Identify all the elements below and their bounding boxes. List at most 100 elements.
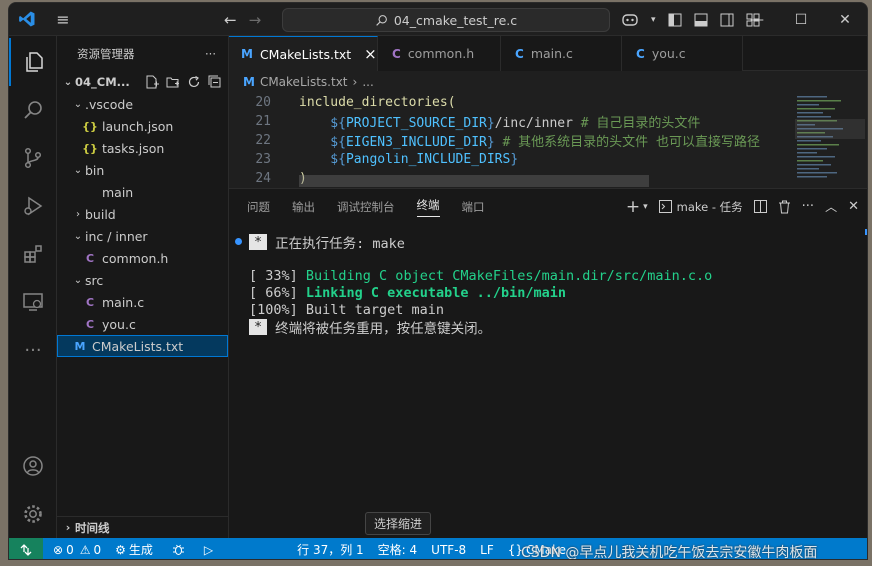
terminal-output[interactable]: * 正在执行任务: make [ 33%] Building C object …	[229, 233, 849, 337]
extensions-icon[interactable]	[9, 230, 57, 278]
code-text: ${Pangolin_INCLUDE_DIRS}	[279, 152, 518, 167]
remote-explorer-icon[interactable]	[9, 278, 57, 326]
horizontal-scrollbar[interactable]	[299, 175, 649, 187]
cursor-position[interactable]: 行 37，列 1	[290, 541, 371, 558]
problems-status[interactable]: ⊗ 0 ⚠ 0	[43, 543, 108, 557]
terminal-line: 正在执行任务: make	[275, 235, 405, 252]
explorer-icon[interactable]	[9, 38, 57, 86]
tree-file[interactable]: main	[57, 181, 228, 203]
tree-file[interactable]: {} tasks.json	[57, 137, 228, 159]
debug-button[interactable]	[160, 543, 197, 556]
tree-file[interactable]: {} launch.json	[57, 115, 228, 137]
task-star: *	[249, 318, 268, 335]
terminal-line: Building C object CMakeFiles/main.dir/sr…	[305, 267, 713, 284]
forward-arrow-icon[interactable]: →	[249, 11, 262, 29]
chevron-down-icon: ⌄	[63, 76, 73, 88]
panel-tab[interactable]: 问题	[247, 199, 270, 215]
tab-main-c[interactable]: C main.c	[501, 36, 622, 71]
chevron-down-icon[interactable]: ▾	[643, 202, 648, 212]
layout-secondary-icon[interactable]	[720, 13, 734, 27]
copilot-chevron-icon[interactable]: ▾	[651, 15, 656, 25]
new-terminal-icon[interactable]: +	[626, 197, 640, 217]
indentation-status[interactable]: 空格: 4	[371, 541, 425, 558]
c-file-icon: C	[392, 46, 401, 61]
tree-item-label: CMakeLists.txt	[92, 338, 184, 354]
title-bar: ≡ ← → 04_cmake_test_re.c ▾ — ☐ ✕	[9, 3, 867, 36]
tab-label: main.c	[530, 46, 573, 61]
search-icon	[376, 14, 387, 26]
copilot-icon[interactable]	[621, 12, 639, 27]
terminal-line-prefix: [ 33%]	[249, 267, 306, 284]
close-window-icon[interactable]: ✕	[823, 12, 867, 28]
code-text: ${PROJECT_SOURCE_DIR}/inc/inner # 自己目录的头…	[279, 112, 700, 131]
tree-file[interactable]: Ccommon.h	[57, 247, 228, 269]
breadcrumb-file[interactable]: CMakeLists.txt	[260, 75, 348, 89]
more-actions-icon[interactable]: ···	[802, 199, 814, 214]
split-terminal-icon[interactable]	[753, 200, 767, 213]
maximize-panel-icon[interactable]: ︿	[825, 198, 837, 215]
tree-folder[interactable]: ⌄ bin	[57, 159, 228, 181]
c-file-icon: C	[85, 317, 95, 331]
close-tab-icon[interactable]: ×	[364, 45, 377, 63]
trash-icon[interactable]	[778, 200, 791, 214]
tab-you-c[interactable]: C you.c	[622, 36, 743, 71]
layout-sidebar-icon[interactable]	[668, 13, 682, 27]
more-views-icon[interactable]: ···	[9, 326, 57, 374]
collapse-all-icon[interactable]	[208, 75, 222, 89]
tree-folder[interactable]: ⌄ inc / inner	[57, 225, 228, 247]
minimize-icon[interactable]: —	[735, 12, 779, 28]
tree-folder[interactable]: › build	[57, 203, 228, 225]
maximize-icon[interactable]: ☐	[779, 12, 823, 28]
tree-file[interactable]: Cyou.c	[57, 313, 228, 335]
code-editor[interactable]: 20 include_directories(21 ${PROJECT_SOURC…	[229, 93, 789, 188]
command-center-search[interactable]: 04_cmake_test_re.c	[282, 8, 610, 32]
remote-indicator-icon[interactable]	[9, 538, 43, 559]
line-number: 22	[255, 133, 271, 148]
tab-common-h[interactable]: C common.h	[378, 36, 501, 71]
json-file-icon: {}	[82, 141, 98, 155]
cmake-file-icon: M	[243, 75, 255, 89]
new-folder-icon[interactable]	[166, 75, 180, 89]
settings-gear-icon[interactable]	[9, 490, 57, 538]
breadcrumb: M CMakeLists.txt › ...	[229, 71, 867, 93]
tree-folder[interactable]: ⌄ .vscode	[57, 93, 228, 115]
run-button[interactable]: ▷	[197, 543, 220, 557]
minimap[interactable]	[795, 93, 865, 188]
explorer-more-icon[interactable]: ···	[205, 47, 216, 61]
account-icon[interactable]	[9, 442, 57, 490]
encoding-status[interactable]: UTF-8	[424, 543, 473, 557]
c-file-icon: C	[85, 295, 95, 309]
tree-file[interactable]: M CMakeLists.txt	[57, 335, 228, 357]
task-star: *	[249, 233, 268, 250]
new-file-icon[interactable]	[145, 75, 159, 89]
panel-tab[interactable]: 终端	[416, 197, 440, 217]
search-icon[interactable]	[9, 86, 57, 134]
build-label: 生成	[128, 543, 153, 557]
warning-count: 0	[93, 542, 102, 557]
chevron-down-icon: ⌄	[73, 164, 83, 176]
csdn-watermark: CSDN @早点儿我关机吃午饭去宗安徽牛肉板面	[521, 545, 818, 560]
build-button[interactable]: ⚙ 生成	[108, 541, 160, 558]
panel-tab[interactable]: 端口	[462, 199, 485, 215]
breadcrumb-more[interactable]: ...	[362, 75, 373, 89]
explorer-root-folder[interactable]: ⌄ 04_CM...	[57, 71, 228, 93]
tree-file[interactable]: Cmain.c	[57, 291, 228, 313]
tree-item-label: .vscode	[85, 96, 134, 112]
run-debug-icon[interactable]	[9, 182, 57, 230]
eol-status[interactable]: LF	[473, 543, 501, 557]
timeline-section[interactable]: › 时间线	[57, 516, 228, 538]
layout-panel-icon[interactable]	[694, 13, 708, 27]
back-arrow-icon[interactable]: ←	[224, 11, 237, 29]
cmake-file-icon: M	[241, 47, 253, 61]
panel-tab[interactable]: 调试控制台	[337, 199, 395, 215]
task-label[interactable]: make - 任务	[677, 199, 743, 215]
panel-tab[interactable]: 输出	[292, 199, 315, 215]
tab-cmakelists[interactable]: M CMakeLists.txt ×	[229, 36, 378, 71]
code-token: Pangolin_INCLUDE_DIRS	[345, 152, 511, 167]
menu-hamburger-icon[interactable]: ≡	[45, 3, 81, 36]
code-line: 20 include_directories(	[229, 93, 789, 112]
refresh-icon[interactable]	[187, 75, 201, 89]
source-control-icon[interactable]	[9, 134, 57, 182]
close-panel-icon[interactable]: ✕	[848, 199, 859, 214]
tree-folder[interactable]: ⌄ src	[57, 269, 228, 291]
